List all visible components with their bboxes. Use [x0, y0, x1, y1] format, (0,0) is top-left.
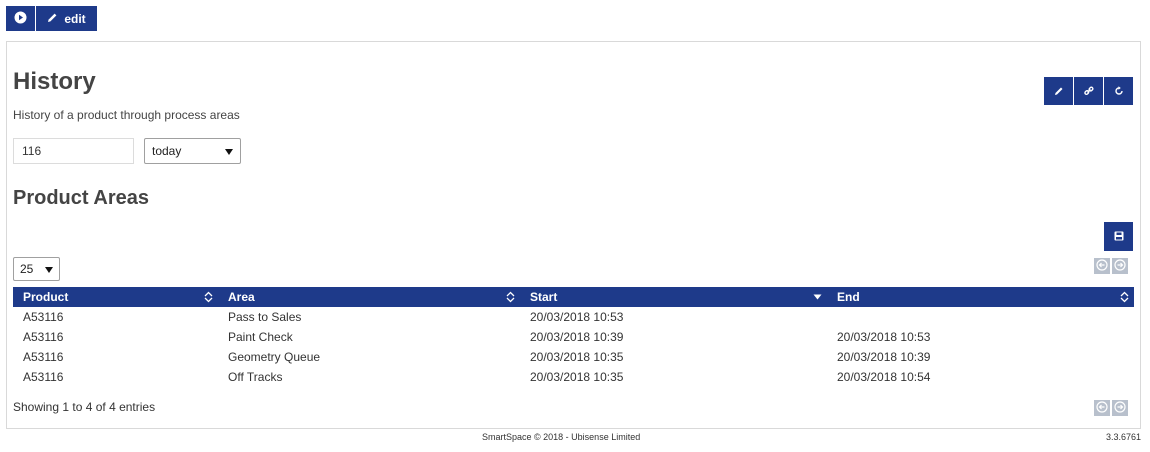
sort-both-icon: [506, 291, 515, 303]
link-button[interactable]: [1074, 77, 1103, 105]
cell-end: 20/03/2018 10:54: [837, 370, 931, 384]
column-label: Product: [23, 290, 69, 304]
arrow-left-icon: [1096, 258, 1108, 274]
column-label: End: [837, 290, 860, 304]
previous-page-button[interactable]: [1094, 258, 1110, 274]
sort-both-icon: [1120, 291, 1129, 303]
pager-bottom: [1094, 400, 1128, 416]
cell-start: 20/03/2018 10:35: [530, 350, 624, 364]
page-length-value: 25: [20, 262, 34, 276]
version-text: 3.3.6761: [1105, 432, 1141, 442]
page-description: History of a product through process are…: [13, 108, 240, 122]
cell-product: A53116: [23, 310, 64, 324]
refresh-icon: [1114, 84, 1124, 99]
cell-area: Pass to Sales: [228, 310, 302, 324]
sort-desc-icon: [813, 294, 822, 300]
link-icon: [1083, 84, 1094, 99]
cell-end: 20/03/2018 10:53: [837, 330, 931, 344]
cell-end: 20/03/2018 10:39: [837, 350, 931, 364]
column-label: Start: [530, 290, 558, 304]
next-page-button[interactable]: [1112, 258, 1128, 274]
arrow-left-icon: [1096, 400, 1108, 416]
cell-area: Geometry Queue: [228, 350, 321, 364]
save-button[interactable]: [1104, 222, 1133, 251]
edit-panel-button[interactable]: [1044, 77, 1073, 105]
cell-start: 20/03/2018 10:35: [530, 370, 624, 384]
cell-end: [827, 307, 1134, 327]
section-title: Product Areas: [13, 187, 149, 209]
time-range-select[interactable]: today: [144, 138, 241, 164]
table-row[interactable]: A53116 Geometry Queue 20/03/2018 10:35 2…: [13, 347, 1134, 367]
cell-area: Off Tracks: [228, 370, 283, 384]
pager-top: [1094, 258, 1128, 274]
caret-down-icon: [45, 262, 53, 276]
cell-product: A53116: [23, 370, 64, 384]
copyright-text: SmartSpace © 2018 - Ubisense Limited: [482, 432, 641, 442]
top-toolbar: edit: [6, 6, 97, 31]
previous-page-button[interactable]: [1094, 400, 1110, 416]
column-label: Area: [228, 290, 255, 304]
column-header-area[interactable]: Area: [218, 287, 520, 307]
page-length-select[interactable]: 25: [13, 257, 60, 281]
edit-button[interactable]: edit: [36, 6, 97, 31]
column-header-start[interactable]: Start: [520, 287, 827, 307]
table-header-row: Product Area Start End: [13, 287, 1134, 307]
product-input[interactable]: [13, 138, 134, 164]
save-icon: [1114, 229, 1124, 244]
pencil-icon: [47, 12, 58, 26]
pencil-icon: [1054, 84, 1064, 99]
refresh-button[interactable]: [1104, 77, 1133, 105]
table-row[interactable]: A53116 Off Tracks 20/03/2018 10:35 20/03…: [13, 367, 1134, 387]
time-range-value: today: [152, 144, 182, 158]
cell-start: 20/03/2018 10:53: [530, 310, 624, 324]
product-areas-table: Product Area Start End A53116 Pass to Sa…: [13, 287, 1134, 387]
column-header-end[interactable]: End: [827, 287, 1134, 307]
panel-tools: [1044, 77, 1133, 105]
edit-button-label: edit: [64, 11, 86, 26]
cell-product: A53116: [23, 330, 64, 344]
cell-product: A53116: [23, 350, 64, 364]
table-info: Showing 1 to 4 of 4 entries: [13, 400, 156, 414]
arrow-right-icon: [1114, 400, 1126, 416]
table-row[interactable]: A53116 Paint Check 20/03/2018 10:39 20/0…: [13, 327, 1134, 347]
arrow-right-icon: [1114, 258, 1126, 274]
sort-both-icon: [204, 291, 213, 303]
column-header-product[interactable]: Product: [13, 287, 218, 307]
caret-down-icon: [225, 144, 233, 158]
cell-start: 20/03/2018 10:39: [530, 330, 624, 344]
cell-area: Paint Check: [228, 330, 293, 344]
next-page-button[interactable]: [1112, 400, 1128, 416]
table-row[interactable]: A53116 Pass to Sales 20/03/2018 10:53: [13, 307, 1134, 327]
play-circle-icon: [14, 11, 27, 27]
history-panel: History History of a product through pro…: [6, 41, 1141, 429]
play-button[interactable]: [6, 6, 35, 31]
page-title: History: [13, 68, 96, 95]
